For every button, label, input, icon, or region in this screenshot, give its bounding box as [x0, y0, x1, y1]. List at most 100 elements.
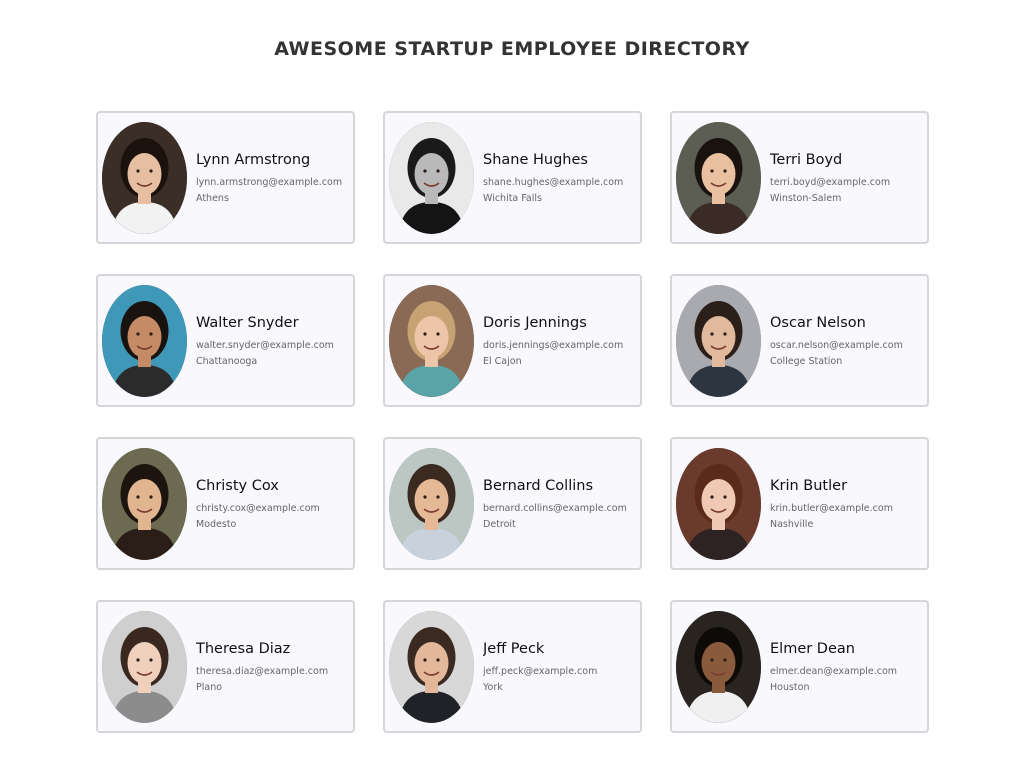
portrait-illustration	[389, 610, 474, 723]
employee-info: Lynn Armstrong lynn.armstrong@example.co…	[196, 152, 342, 204]
eye-right	[723, 168, 727, 173]
employee-card[interactable]: Elmer Dean elmer.dean@example.com Housto…	[670, 600, 929, 733]
employee-email: shane.hughes@example.com	[483, 176, 624, 188]
employee-name: Theresa Diaz	[196, 640, 291, 657]
face-shape	[701, 478, 736, 521]
face-shape	[127, 641, 162, 684]
eye-right	[436, 168, 440, 173]
employee-photo	[102, 447, 187, 560]
eye-left	[710, 657, 714, 662]
eye-right	[149, 494, 153, 499]
employee-name: Christy Cox	[196, 477, 279, 494]
portrait-illustration	[676, 610, 761, 723]
face-shape	[127, 152, 162, 195]
employee-info: Bernard Collins bernard.collins@example.…	[483, 478, 627, 530]
face-shape	[414, 641, 449, 684]
face-shape	[127, 478, 162, 521]
employee-name: Walter Snyder	[196, 314, 299, 331]
eye-left	[423, 494, 427, 499]
employee-info: Jeff Peck jeff.peck@example.com York	[483, 641, 597, 693]
employee-card[interactable]: Christy Cox christy.cox@example.com Mode…	[96, 437, 355, 570]
employee-name: Shane Hughes	[483, 151, 588, 168]
employee-email: elmer.dean@example.com	[770, 665, 898, 677]
employee-card[interactable]: Bernard Collins bernard.collins@example.…	[383, 437, 642, 570]
employee-email: terri.boyd@example.com	[770, 176, 891, 188]
employee-grid: Lynn Armstrong lynn.armstrong@example.co…	[96, 111, 929, 733]
eye-left	[136, 494, 140, 499]
employee-card[interactable]: Walter Snyder walter.snyder@example.com …	[96, 274, 355, 407]
employee-photo	[102, 610, 187, 723]
face-shape	[127, 315, 162, 358]
employee-info: Theresa Diaz theresa.diaz@example.com Pl…	[196, 641, 328, 693]
employee-photo	[676, 284, 761, 397]
employee-photo	[102, 284, 187, 397]
eye-left	[136, 331, 140, 336]
eye-right	[436, 657, 440, 662]
employee-name: Bernard Collins	[483, 477, 593, 494]
portrait-illustration	[102, 610, 187, 723]
employee-photo	[102, 121, 187, 234]
eye-left	[710, 494, 714, 499]
employee-city: Winston-Salem	[770, 192, 842, 204]
employee-photo	[676, 447, 761, 560]
employee-info: Christy Cox christy.cox@example.com Mode…	[196, 478, 320, 530]
portrait-illustration	[676, 284, 761, 397]
employee-card[interactable]: Lynn Armstrong lynn.armstrong@example.co…	[96, 111, 355, 244]
employee-name: Elmer Dean	[770, 640, 855, 657]
employee-city: College Station	[770, 355, 843, 367]
eye-left	[423, 331, 427, 336]
face-shape	[414, 478, 449, 521]
employee-name: Jeff Peck	[483, 640, 545, 657]
employee-city: Wichita Falls	[483, 192, 542, 204]
employee-city: Detroit	[483, 518, 516, 530]
employee-photo	[389, 610, 474, 723]
employee-card[interactable]: Krin Butler krin.butler@example.com Nash…	[670, 437, 929, 570]
employee-card[interactable]: Jeff Peck jeff.peck@example.com York	[383, 600, 642, 733]
portrait-illustration	[102, 121, 187, 234]
portrait-illustration	[676, 121, 761, 234]
employee-card[interactable]: Doris Jennings doris.jennings@example.co…	[383, 274, 642, 407]
employee-photo	[676, 610, 761, 723]
employee-card[interactable]: Shane Hughes shane.hughes@example.com Wi…	[383, 111, 642, 244]
employee-email: doris.jennings@example.com	[483, 339, 624, 351]
employee-city: Chattanooga	[196, 355, 258, 367]
employee-info: Terri Boyd terri.boyd@example.com Winsto…	[770, 152, 890, 204]
employee-city: Modesto	[196, 518, 237, 530]
employee-city: Houston	[770, 681, 810, 693]
employee-photo	[676, 121, 761, 234]
face-shape	[701, 152, 736, 195]
employee-city: El Cajon	[483, 355, 522, 367]
employee-name: Terri Boyd	[770, 151, 843, 168]
employee-card[interactable]: Oscar Nelson oscar.nelson@example.com Co…	[670, 274, 929, 407]
portrait-illustration	[389, 121, 474, 234]
eye-left	[710, 168, 714, 173]
eye-right	[723, 494, 727, 499]
employee-info: Oscar Nelson oscar.nelson@example.com Co…	[770, 315, 903, 367]
employee-card[interactable]: Theresa Diaz theresa.diaz@example.com Pl…	[96, 600, 355, 733]
employee-name: Krin Butler	[770, 477, 848, 494]
eye-left	[423, 168, 427, 173]
employee-photo	[389, 284, 474, 397]
eye-right	[436, 494, 440, 499]
page-title: AWESOME STARTUP EMPLOYEE DIRECTORY	[274, 38, 750, 60]
employee-city: Athens	[196, 192, 229, 204]
employee-city: Nashville	[770, 518, 814, 530]
eye-right	[149, 168, 153, 173]
face-shape	[701, 315, 736, 358]
eye-left	[136, 168, 140, 173]
employee-info: Shane Hughes shane.hughes@example.com Wi…	[483, 152, 623, 204]
employee-card[interactable]: Terri Boyd terri.boyd@example.com Winsto…	[670, 111, 929, 244]
employee-photo	[389, 121, 474, 234]
eye-right	[723, 331, 727, 336]
employee-info: Doris Jennings doris.jennings@example.co…	[483, 315, 623, 367]
portrait-illustration	[102, 284, 187, 397]
employee-name: Oscar Nelson	[770, 314, 866, 331]
employee-city: York	[483, 681, 503, 693]
eye-right	[723, 657, 727, 662]
employee-name: Lynn Armstrong	[196, 151, 311, 168]
employee-email: oscar.nelson@example.com	[770, 339, 903, 351]
eye-right	[149, 331, 153, 336]
face-shape	[414, 152, 449, 195]
employee-email: christy.cox@example.com	[196, 502, 320, 514]
employee-photo	[389, 447, 474, 560]
